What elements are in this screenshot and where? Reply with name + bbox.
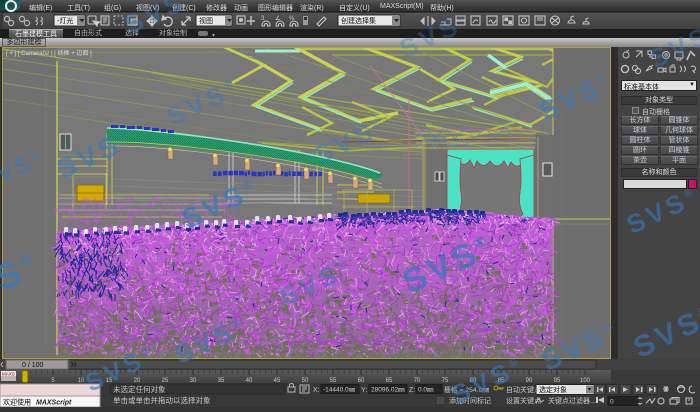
svg-text:未选定任何对象: 未选定任何对象 (113, 384, 166, 394)
svg-text:Z:: Z: (409, 387, 415, 394)
svg-text:创建选择集: 创建选择集 (341, 16, 376, 25)
svg-text:选定对象: 选定对象 (539, 385, 567, 394)
svg-text:关键点过滤器...: 关键点过滤器... (548, 396, 596, 405)
svg-text:-14440.0㎜: -14440.0㎜ (323, 387, 356, 394)
svg-text:28096.02㎜: 28096.02㎜ (371, 387, 405, 394)
svg-text:设置关键点: 设置关键点 (506, 396, 541, 405)
svg-text:0 / 100: 0 / 100 (22, 362, 44, 369)
svg-text:欢迎使用: 欢迎使用 (3, 398, 31, 407)
svg-text:∠: ∠ (275, 15, 280, 22)
svg-text:0: 0 (610, 399, 614, 406)
svg-text:Y:: Y: (361, 387, 367, 394)
svg-text:MAXScript: MAXScript (36, 400, 72, 407)
svg-text:X:: X: (313, 387, 320, 394)
svg-text:添加时间标记: 添加时间标记 (449, 396, 491, 405)
svg-text:-灯光: -灯光 (57, 16, 73, 25)
svg-text:视图: 视图 (199, 16, 213, 25)
svg-text:%: % (289, 16, 295, 22)
svg-text:MAXS: MAXS (2, 372, 15, 377)
svg-text:栅格 = 254.0㎜: 栅格 = 254.0㎜ (444, 385, 489, 394)
svg-text:[ + ] [ Camera02 ] [ 线框 + 边面 ]: [ + ] [ Camera02 ] [ 线框 + 边面 ] (6, 49, 92, 57)
svg-text:单击或单击并拖动以选择对象: 单击或单击并拖动以选择对象 (113, 395, 211, 405)
svg-text:0.0㎜: 0.0㎜ (418, 387, 434, 394)
